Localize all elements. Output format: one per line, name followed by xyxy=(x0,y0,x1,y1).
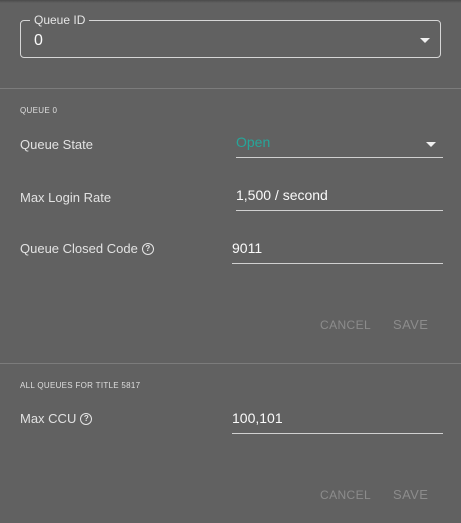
queue-closed-code-label: Queue Closed Code? xyxy=(20,241,154,256)
max-ccu-field[interactable]: 100,101 xyxy=(232,406,443,434)
max-login-rate-label: Max Login Rate xyxy=(20,190,112,205)
help-icon[interactable]: ? xyxy=(80,413,93,425)
queue-closed-code-value: 9011 xyxy=(232,240,263,256)
queue-state-select[interactable]: Open xyxy=(236,130,443,158)
cancel-button[interactable]: CANCEL xyxy=(320,488,371,502)
divider xyxy=(0,88,461,89)
save-button[interactable]: SAVE xyxy=(393,317,428,332)
max-ccu-label-text: Max CCU xyxy=(20,411,77,426)
top-shadow xyxy=(0,0,461,3)
queue-state-value: Open xyxy=(236,134,271,150)
queue-state-label: Queue State xyxy=(20,137,93,152)
cancel-button[interactable]: CANCEL xyxy=(320,318,371,332)
queue-id-value: 0 xyxy=(34,32,43,49)
max-login-rate-value: 1,500 / second xyxy=(236,187,328,203)
help-icon[interactable]: ? xyxy=(141,243,154,255)
section-title-all-queues: ALL QUEUES FOR TITLE 5817 xyxy=(20,381,141,390)
queue-closed-code-field[interactable]: 9011 xyxy=(232,236,443,264)
queue-id-label: Queue ID xyxy=(30,12,90,28)
section-title-queue: QUEUE 0 xyxy=(20,106,58,115)
chevron-down-icon xyxy=(426,142,436,147)
max-login-rate-field[interactable]: 1,500 / second xyxy=(236,183,443,211)
divider xyxy=(0,363,461,364)
queue-closed-code-label-text: Queue Closed Code xyxy=(20,241,138,256)
max-ccu-label: Max CCU? xyxy=(20,411,93,426)
queue-id-select[interactable]: Queue ID 0 xyxy=(20,12,441,58)
chevron-down-icon xyxy=(420,38,430,43)
save-button[interactable]: SAVE xyxy=(393,487,428,502)
max-ccu-value: 100,101 xyxy=(232,410,283,426)
